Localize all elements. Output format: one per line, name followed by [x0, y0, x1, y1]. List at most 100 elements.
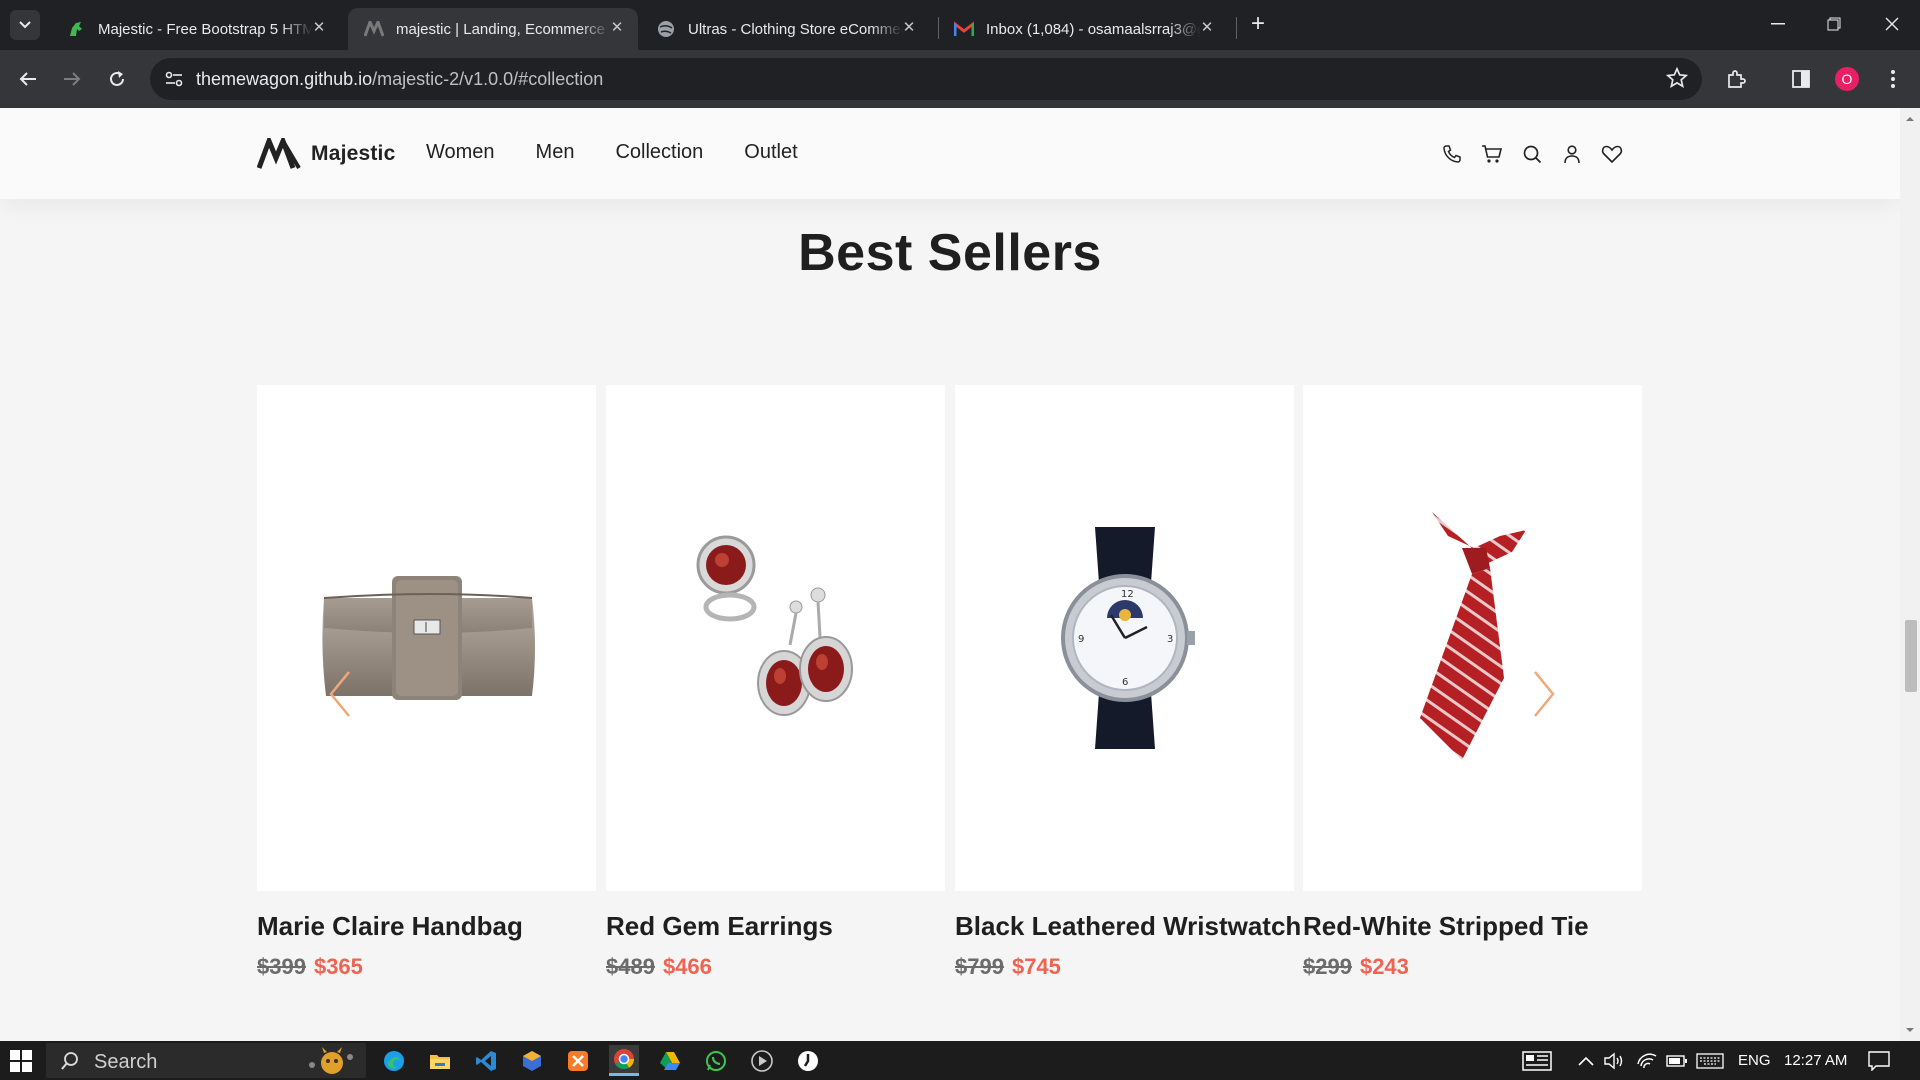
- product-card[interactable]: 12 3 6 9 Black Leathered Wristwatch $799 $74…: [955, 385, 1301, 980]
- brand-link[interactable]: Majestic: [257, 138, 395, 170]
- scrollbar-thumb[interactable]: [1905, 620, 1917, 692]
- url-path: /majestic-2/v1.0.0/#collection: [372, 69, 604, 89]
- carousel-prev-arrow-icon[interactable]: [325, 669, 355, 719]
- url-host: themewagon.github.io: [196, 69, 373, 89]
- wristwatch-image: 12 3 6 9: [1060, 527, 1195, 749]
- minimize-window-button[interactable]: [1750, 0, 1806, 48]
- tab-search-button[interactable]: [10, 10, 40, 40]
- product-card[interactable]: Red-White Stripped Tie $299 $243: [1303, 385, 1642, 980]
- product-card[interactable]: Marie Claire Handbag $399 $365: [257, 385, 596, 980]
- close-tab-icon[interactable]: ✕: [310, 19, 328, 37]
- product-card[interactable]: Red Gem Earrings $489 $466: [606, 385, 945, 980]
- app-clock-icon[interactable]: [793, 1045, 823, 1076]
- product-name[interactable]: Marie Claire Handbag: [257, 911, 596, 942]
- cart-icon[interactable]: [1480, 142, 1504, 166]
- forward-button[interactable]: [57, 64, 87, 94]
- wifi-icon[interactable]: [1636, 1041, 1658, 1080]
- nav-link-outlet[interactable]: Outlet: [744, 141, 797, 164]
- search-highlight-icon: [309, 1047, 353, 1074]
- windows-start-icon[interactable]: [10, 1050, 32, 1072]
- back-button[interactable]: [13, 64, 43, 94]
- product-name[interactable]: Red-White Stripped Tie: [1303, 911, 1642, 942]
- product-prices: $489 $466: [606, 954, 945, 980]
- edge-app-icon[interactable]: [379, 1045, 409, 1076]
- close-tab-icon[interactable]: ✕: [900, 19, 918, 37]
- scroll-down-arrow-icon[interactable]: [1905, 1025, 1915, 1035]
- earrings-image: [696, 535, 853, 716]
- nav-link-women[interactable]: Women: [426, 141, 495, 164]
- browser-tab-strip: Majestic - Free Bootstrap 5 HTML ✕ majes…: [0, 0, 1920, 50]
- carousel-next-arrow-icon[interactable]: [1529, 669, 1559, 719]
- whatsapp-app-icon[interactable]: [701, 1045, 731, 1076]
- chrome-app-icon[interactable]: [609, 1045, 639, 1076]
- vscode-app-icon[interactable]: [471, 1045, 501, 1076]
- tie-image: [1419, 512, 1526, 760]
- browser-toolbar: themewagon.github.io/majestic-2/v1.0.0/#…: [0, 50, 1920, 108]
- file-explorer-app-icon[interactable]: [425, 1045, 455, 1076]
- product-name[interactable]: Black Leathered Wristwatch: [955, 911, 1301, 942]
- extensions-icon[interactable]: [1721, 64, 1751, 94]
- tab-majestic-landing[interactable]: majestic | Landing, Ecommerce ✕: [348, 8, 638, 50]
- user-icon[interactable]: [1560, 142, 1584, 166]
- google-drive-app-icon[interactable]: [655, 1045, 685, 1076]
- side-panel-icon[interactable]: [1786, 64, 1816, 94]
- product-old-price: $799: [955, 954, 1004, 979]
- tab-title: Majestic - Free Bootstrap 5 HTML: [98, 20, 313, 38]
- clock-time[interactable]: 12:27 AM: [1784, 1041, 1847, 1080]
- product-image[interactable]: [257, 385, 596, 891]
- xampp-app-icon[interactable]: [563, 1045, 593, 1076]
- url-text[interactable]: themewagon.github.io/majestic-2/v1.0.0/#…: [196, 69, 603, 90]
- chrome-menu-icon[interactable]: [1878, 64, 1908, 94]
- reload-button[interactable]: [102, 64, 132, 94]
- majestic-logo-icon: [257, 138, 301, 170]
- nav-link-men[interactable]: Men: [536, 141, 575, 164]
- close-tab-icon[interactable]: ✕: [1198, 19, 1216, 37]
- svg-text:3: 3: [1167, 634, 1173, 645]
- green-horse-icon: [66, 19, 86, 39]
- taskbar-search-box[interactable]: Search: [46, 1043, 366, 1078]
- input-language[interactable]: ENG: [1738, 1041, 1771, 1080]
- bookmark-star-icon[interactable]: [1665, 66, 1690, 91]
- product-old-price: $299: [1303, 954, 1352, 979]
- profile-avatar[interactable]: O: [1835, 67, 1859, 91]
- taskbar-search-placeholder: Search: [94, 1051, 158, 1073]
- main-nav: Women Men Collection Outlet: [426, 141, 839, 164]
- scroll-up-arrow-icon[interactable]: [1905, 114, 1915, 124]
- app-cube-icon[interactable]: [517, 1045, 547, 1076]
- show-hidden-icons-chevron-icon[interactable]: [1578, 1041, 1594, 1080]
- news-widget-icon[interactable]: [1522, 1041, 1552, 1080]
- new-tab-button[interactable]: +: [1245, 12, 1271, 38]
- brand-name: Majestic: [311, 142, 396, 165]
- tab-ultras[interactable]: Ultras - Clothing Store eCommerce ✕: [640, 8, 930, 50]
- nav-actions: [1440, 142, 1640, 166]
- product-price: $466: [662, 954, 712, 979]
- phone-icon[interactable]: [1440, 142, 1464, 166]
- close-tab-icon[interactable]: ✕: [608, 19, 626, 37]
- web-page: Majestic Women Men Collection Outlet Bes…: [0, 108, 1900, 1041]
- tab-title: majestic | Landing, Ecommerce: [396, 20, 605, 38]
- tab-gmail-inbox[interactable]: Inbox (1,084) - osamaalsrraj3@gmail.com …: [938, 8, 1228, 50]
- volume-icon[interactable]: [1604, 1041, 1626, 1080]
- site-info-icon[interactable]: [160, 65, 188, 93]
- product-image[interactable]: [1303, 385, 1642, 891]
- product-image[interactable]: [606, 385, 945, 891]
- product-image[interactable]: 12 3 6 9: [955, 385, 1294, 891]
- tab-separator: [1236, 17, 1237, 39]
- heart-icon[interactable]: [1600, 142, 1624, 166]
- product-prices: $399 $365: [257, 954, 596, 980]
- search-icon[interactable]: [1520, 142, 1544, 166]
- majestic-logo-icon: [364, 19, 384, 39]
- battery-icon[interactable]: [1666, 1041, 1688, 1080]
- product-old-price: $489: [606, 954, 655, 979]
- keyboard-icon[interactable]: [1696, 1041, 1724, 1080]
- notifications-icon[interactable]: [1868, 1041, 1890, 1080]
- media-player-app-icon[interactable]: [747, 1045, 777, 1076]
- restore-window-button[interactable]: [1806, 0, 1862, 48]
- tab-majestic-free[interactable]: Majestic - Free Bootstrap 5 HTML ✕: [50, 8, 340, 50]
- tab-title: Inbox (1,084) - osamaalsrraj3@gmail.com: [986, 20, 1201, 38]
- close-window-button[interactable]: [1864, 0, 1920, 48]
- address-bar[interactable]: themewagon.github.io/majestic-2/v1.0.0/#…: [150, 58, 1702, 100]
- nav-link-collection[interactable]: Collection: [615, 141, 703, 164]
- product-name[interactable]: Red Gem Earrings: [606, 911, 945, 942]
- page-scrollbar[interactable]: [1900, 108, 1920, 1041]
